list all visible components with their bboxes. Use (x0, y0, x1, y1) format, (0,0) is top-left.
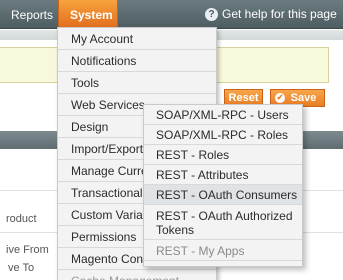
submenu-item-rest-attributes[interactable]: REST - Attributes (144, 165, 302, 185)
submenu-item-rest-oauth-consumers[interactable]: REST - OAuth Consumers (144, 185, 302, 205)
help-link-label: Get help for this page (222, 7, 337, 21)
menu-item-notifications[interactable]: Notifications (58, 50, 216, 72)
nav-system[interactable]: System (58, 0, 118, 29)
submenu-item-rest-oauth-authorized-tokens[interactable]: REST - OAuth Authorized Tokens (144, 205, 302, 240)
help-icon: ? (205, 8, 218, 21)
top-nav-bar: Reports System ? Get help for this page (0, 0, 343, 29)
menu-item-cache-management[interactable]: Cache Management (58, 270, 216, 280)
web-services-submenu: SOAP/XML-RPC - Users SOAP/XML-RPC - Role… (143, 104, 303, 267)
background-text-fragment: ve To (8, 262, 35, 274)
submenu-item-rest-my-apps[interactable]: REST - My Apps (144, 241, 302, 261)
background-text-fragment: ive From (6, 244, 49, 256)
submenu-item-soap-roles[interactable]: SOAP/XML-RPC - Roles (144, 125, 302, 145)
check-icon: ✔ (275, 93, 285, 103)
nav-reports[interactable]: Reports (11, 0, 53, 29)
background-text-fragment: roduct (6, 213, 37, 225)
save-button-label: Save (290, 92, 317, 104)
menu-item-my-account[interactable]: My Account (58, 28, 216, 50)
submenu-item-rest-roles[interactable]: REST - Roles (144, 145, 302, 165)
submenu-item-soap-users[interactable]: SOAP/XML-RPC - Users (144, 105, 302, 125)
menu-item-tools[interactable]: Tools (58, 72, 216, 94)
